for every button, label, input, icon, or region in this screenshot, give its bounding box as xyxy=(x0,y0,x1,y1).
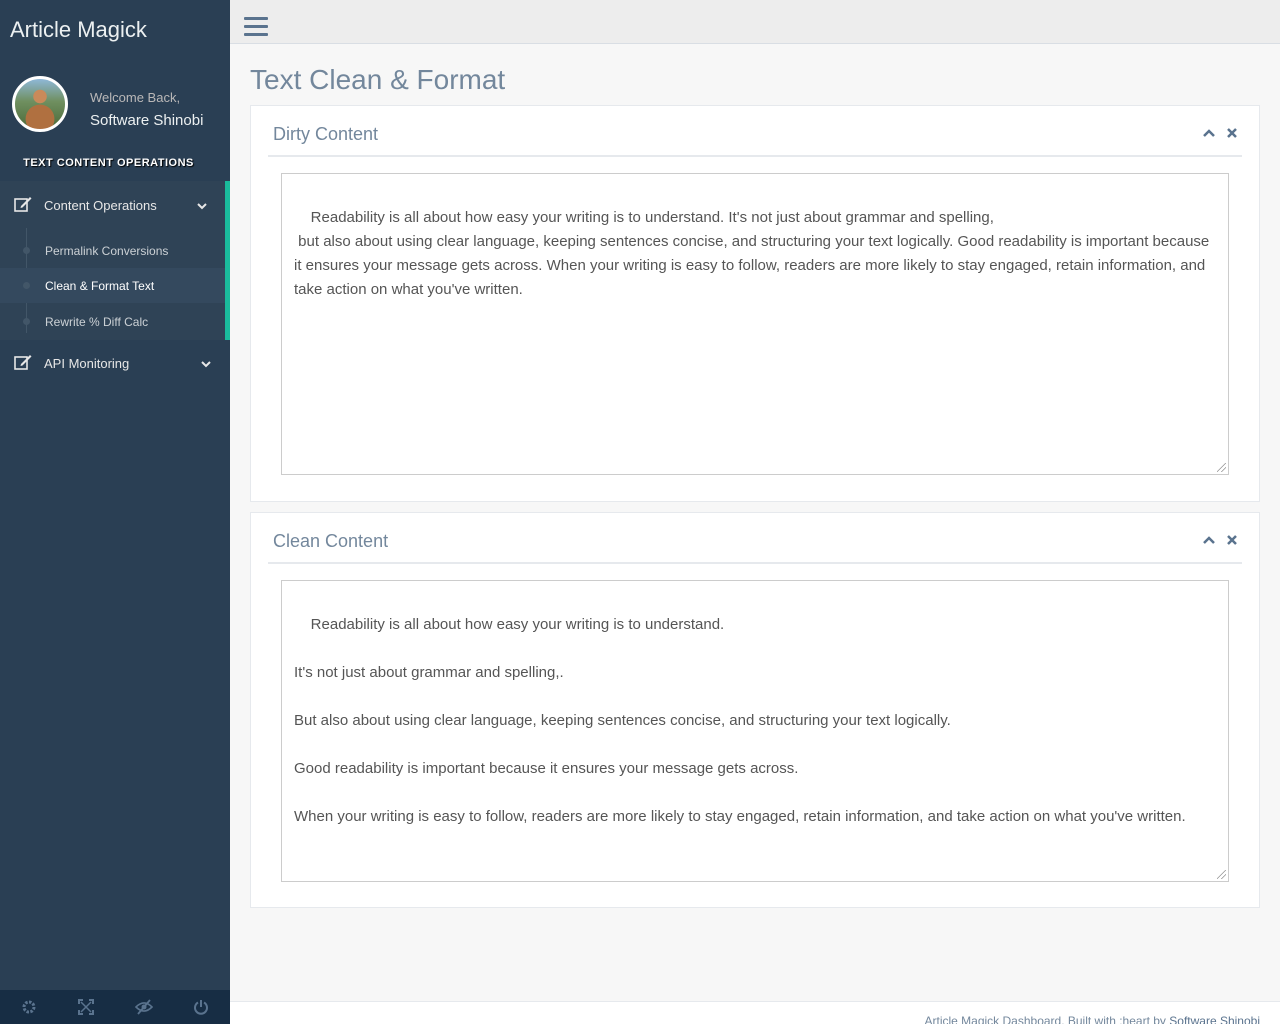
page-footer: Article Magick Dashboard. Built with :he… xyxy=(230,1001,1280,1024)
submenu-item-rewrite-diff-calc[interactable]: Rewrite % Diff Calc xyxy=(0,304,225,339)
bullet-icon xyxy=(23,247,30,254)
close-icon[interactable] xyxy=(1227,532,1237,548)
resize-handle-icon[interactable] xyxy=(1217,870,1226,879)
sidebar: Article Magick Welcome Back, Software Sh… xyxy=(0,0,230,1024)
panel-tools xyxy=(1203,125,1237,141)
submenu-label: Clean & Format Text xyxy=(45,278,155,293)
clean-content-textarea[interactable]: Readability is all about how easy your w… xyxy=(281,580,1229,882)
menu-section-title: TEXT CONTENT OPERATIONS xyxy=(23,157,194,169)
welcome-text: Welcome Back, xyxy=(90,90,181,105)
bullet-icon xyxy=(23,282,30,289)
submenu-label: Rewrite % Diff Calc xyxy=(45,314,149,329)
hamburger-menu-icon[interactable] xyxy=(244,17,268,37)
top-navbar xyxy=(230,0,1280,44)
dirty-content-text: Readability is all about how easy your w… xyxy=(294,209,1210,298)
page-title: Text Clean & Format xyxy=(250,64,506,95)
footer-author-link[interactable]: Software Shinobi xyxy=(1169,1014,1260,1024)
collapse-chevron-up-icon[interactable] xyxy=(1203,125,1215,141)
user-name: Software Shinobi xyxy=(90,112,204,129)
footer-credit: Article Magick Dashboard. Built with :he… xyxy=(924,1014,1170,1024)
panel-title: Dirty Content xyxy=(273,124,379,144)
footer-text: Article Magick Dashboard. Built with :he… xyxy=(924,1014,1260,1024)
submenu-item-clean-format-text[interactable]: Clean & Format Text xyxy=(0,268,225,303)
edit-icon xyxy=(0,354,44,373)
fullscreen-icon[interactable] xyxy=(58,990,116,1024)
bullet-icon xyxy=(23,318,30,325)
clean-content-text: Readability is all about how easy your w… xyxy=(294,616,1186,825)
sidebar-footer xyxy=(0,990,230,1024)
menu-label: Content Operations xyxy=(44,197,157,213)
eye-slash-icon[interactable] xyxy=(115,990,173,1024)
chevron-down-icon xyxy=(197,198,207,213)
power-icon[interactable] xyxy=(173,990,231,1024)
panel-header: Dirty Content xyxy=(268,106,1242,157)
edit-icon xyxy=(0,196,44,215)
panel-tools xyxy=(1203,532,1237,548)
app-title[interactable]: Article Magick xyxy=(10,17,147,43)
panel-header: Clean Content xyxy=(268,513,1242,564)
avatar xyxy=(12,76,68,132)
dirty-content-panel: Dirty Content Readability is all about h… xyxy=(250,105,1260,502)
collapse-chevron-up-icon[interactable] xyxy=(1203,532,1215,548)
resize-handle-icon[interactable] xyxy=(1217,463,1226,472)
menu-content-operations[interactable]: Content Operations xyxy=(0,182,225,228)
submenu-label: Permalink Conversions xyxy=(45,243,169,258)
gear-icon[interactable] xyxy=(0,990,58,1024)
clean-content-panel: Clean Content Readability is all about h… xyxy=(250,512,1260,908)
menu-label: API Monitoring xyxy=(44,355,130,371)
dirty-content-textarea[interactable]: Readability is all about how easy your w… xyxy=(281,173,1229,475)
menu-api-monitoring[interactable]: API Monitoring xyxy=(0,340,230,386)
panel-title: Clean Content xyxy=(273,531,389,551)
chevron-down-icon xyxy=(201,356,211,371)
submenu-item-permalink-conversions[interactable]: Permalink Conversions xyxy=(0,233,225,268)
close-icon[interactable] xyxy=(1227,125,1237,141)
